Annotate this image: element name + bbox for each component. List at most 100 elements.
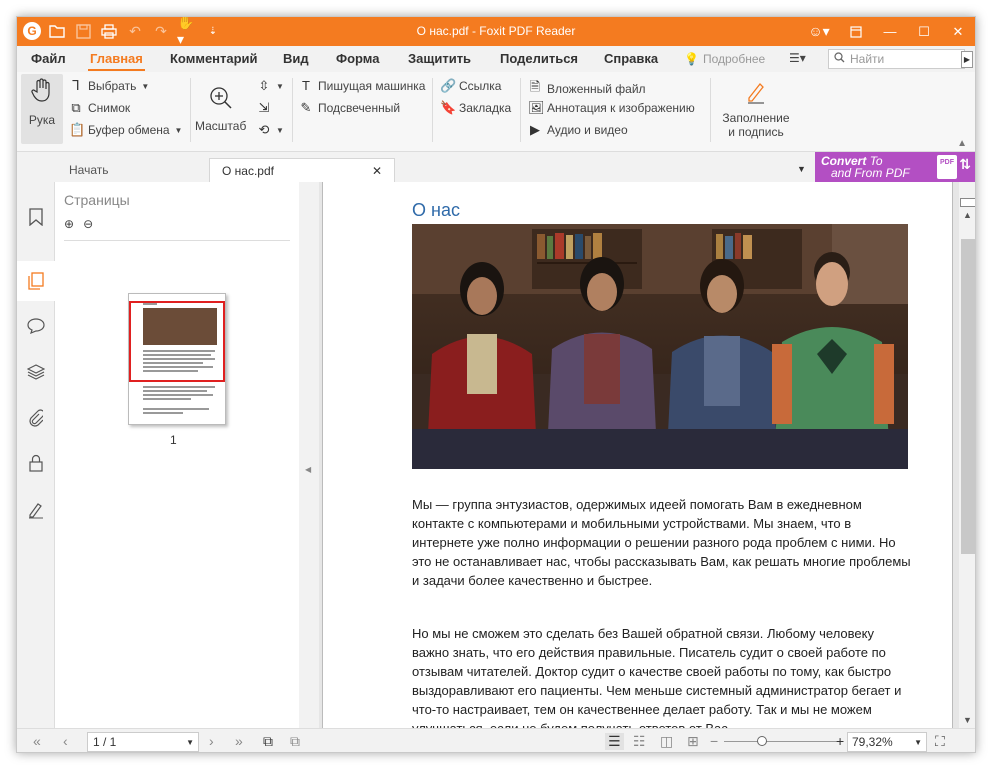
scrollbar-thumb[interactable] [961,239,975,554]
audio-video-label: Аудио и видео [547,123,628,137]
paragraph-1: Мы — группа энтузиастов, одержимых идеей… [412,497,911,588]
fullscreen-icon[interactable]: ⛶ [935,733,945,750]
single-page-icon[interactable]: ☰ [605,733,624,750]
find-options-icon[interactable]: ☰▾ [789,51,806,65]
fit-page-button[interactable]: ⇳ ▼ [257,78,284,94]
signature-panel-icon[interactable] [17,490,55,530]
select-button[interactable]: Ꞁ Выбрать ▼ [69,78,149,94]
fill-sign-button[interactable]: Заполнение и подпись [719,80,793,139]
link-button[interactable]: 🔗 Ссылка [440,78,501,94]
tab-start[interactable]: Начать [57,158,207,182]
fit-width-button[interactable]: ⇲ [257,100,271,116]
visible-area-indicator[interactable] [129,301,225,382]
attachments-panel-icon[interactable] [17,398,55,438]
clipboard-button[interactable]: 📋 Буфер обмена ▼ [69,122,182,138]
file-attachment-button[interactable]: 🗎 Вложенный файл [528,78,646,100]
media-icon: ▶ [530,122,540,137]
search-input[interactable]: Найти [828,49,965,69]
continuous-page-icon[interactable]: ☷ [633,733,646,750]
hand-label: Рука [28,113,56,127]
ribbon-scroll-right-icon[interactable]: ▶ [961,51,973,68]
zoom-label: Масштаб [195,119,247,133]
scroll-up-icon[interactable]: ▲ [963,210,972,220]
menu-protect[interactable]: Защитить [408,51,471,66]
zoom-out-thumbnails-icon[interactable]: ⊖ [83,217,93,231]
page-heading: О нас [412,200,460,220]
image-annotation-button[interactable]: 🖼 Аннотация к изображению [528,100,695,116]
vertical-scrollbar[interactable]: ▲ ▼ [959,182,975,728]
collapse-panel-icon[interactable]: ◀ [305,465,311,474]
tab-document[interactable]: О нас.pdf ✕ [209,158,395,182]
hand-icon [31,78,53,105]
typewriter-icon: T [302,78,310,93]
menu-file[interactable]: Файл [31,51,66,66]
minimize-button[interactable]: — [873,17,907,46]
app-window: G ↶ ↷ ✋▾ ⇣ О нас.pdf - Foxit PDF Reader … [16,16,976,753]
fit-page-icon: ⇳ [258,78,270,93]
zoom-in-icon[interactable]: + [836,733,844,749]
bookmark-icon: 🔖 [440,100,457,115]
convert-pdf-banner[interactable]: Convert To and From PDF PDF ⇅ [815,152,975,182]
zoom-in-thumbnails-icon[interactable]: ⊕ [64,217,74,231]
search-icon [834,52,845,66]
document-view[interactable]: О нас Мы — группа энтузиастов, одержимых… [319,182,959,728]
maximize-button[interactable]: ☐ [907,17,941,46]
scroll-down-icon[interactable]: ▼ [963,715,972,725]
menu-comment[interactable]: Комментарий [170,51,258,66]
pages-panel-icon[interactable] [17,261,55,301]
zoom-button[interactable]: Масштаб [195,86,246,133]
zoom-slider-thumb[interactable] [757,736,767,746]
audio-video-button[interactable]: ▶ Аудио и видео [528,122,628,138]
chevron-down-icon[interactable]: ▼ [914,738,922,747]
tab-close-icon[interactable]: ✕ [372,164,382,178]
close-button[interactable]: ✕ [941,17,975,46]
menu-share[interactable]: Поделиться [500,51,578,66]
highlight-label: Подсвеченный [318,101,401,115]
fill-sign-label-1: Заполнение [722,111,790,125]
menu-view[interactable]: Вид [283,51,309,66]
chevron-down-icon[interactable]: ▼ [186,738,194,747]
panel-splitter[interactable]: ◀ [299,182,319,728]
thumbnail-text-line [143,412,183,414]
security-panel-icon[interactable] [17,443,55,483]
layers-panel-icon[interactable] [17,352,55,392]
document-tabs: Начать О нас.pdf ✕ ▼ Convert To and From… [17,152,975,182]
bookmarks-panel-icon[interactable] [17,197,55,237]
rotate-view-button[interactable]: ⟲ ▼ [257,122,284,138]
zoom-level-value: 79,32% [852,735,893,749]
typewriter-button[interactable]: T Пишущая машинка [299,78,425,93]
window-controls: ☺▾ — ☐ ✕ [799,17,975,46]
zoom-out-icon[interactable]: − [710,733,718,749]
paragraph-2: Но мы не сможем это сделать без Вашей об… [412,626,902,728]
pdf-page: О нас Мы — группа энтузиастов, одержимых… [322,182,953,728]
tabs-dropdown-icon[interactable]: ▼ [797,164,806,174]
continuous-facing-icon[interactable]: ⊞ [687,733,699,750]
next-page-icon[interactable]: › [209,733,214,749]
menu-help[interactable]: Справка [604,51,658,66]
menu-form[interactable]: Форма [336,51,379,66]
collapse-ribbon-icon[interactable]: ▲ [957,138,967,149]
previous-page-icon[interactable]: ‹ [63,733,68,749]
user-account-icon[interactable]: ☺▾ [799,23,839,40]
next-view-icon[interactable]: ⧉ [290,733,300,750]
bookmark-button[interactable]: 🔖 Закладка [440,100,511,116]
zoom-slider[interactable] [724,741,839,742]
link-label: Ссылка [459,79,502,93]
first-page-icon[interactable]: « [33,733,41,749]
previous-view-icon[interactable]: ⧉ [263,733,273,750]
page-thumbnail[interactable] [128,293,226,425]
camera-icon: ⧉ [71,100,81,115]
zoom-level-field[interactable]: 79,32% ▼ [847,732,927,752]
page-number-field[interactable]: 1 / 1 ▼ [87,732,199,752]
snapshot-button[interactable]: ⧉ Снимок [69,100,130,116]
clipboard-icon: 📋 [69,122,86,137]
last-page-icon[interactable]: » [235,733,243,749]
ribbon-options-icon[interactable] [839,17,873,46]
menu-home[interactable]: Главная [88,51,145,71]
tell-me-field[interactable]: 💡 Подробнее [684,49,774,69]
highlight-button[interactable]: ✎ Подсвеченный [299,100,401,116]
search-placeholder: Найти [850,52,885,66]
hand-tool-button[interactable]: Рука [21,74,63,144]
comments-panel-icon[interactable] [17,306,55,346]
facing-page-icon[interactable]: ◫ [660,733,673,750]
